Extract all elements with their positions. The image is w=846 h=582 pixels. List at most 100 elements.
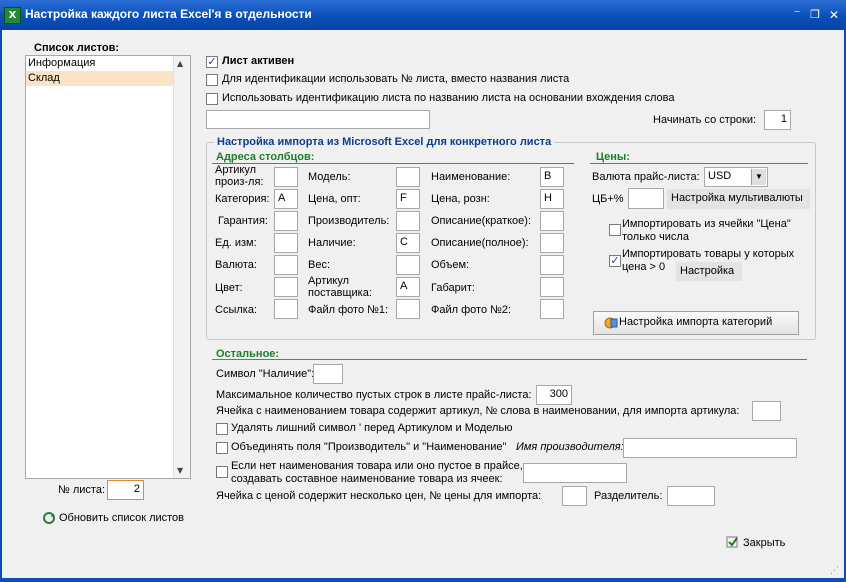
- start-row-label: Начинать со строки:: [653, 114, 757, 126]
- sheet-active-checkbox[interactable]: ✓: [206, 56, 218, 68]
- multi-price-label: Ячейка с ценой содержит несколько цен, №…: [216, 490, 542, 502]
- model-input[interactable]: [396, 167, 420, 187]
- maximize-button[interactable]: ❐: [806, 6, 824, 24]
- full-desc-input[interactable]: [540, 233, 564, 253]
- price-settings-button[interactable]: Настройка: [676, 262, 742, 281]
- dimensions-label: Габарит:: [431, 282, 475, 294]
- price-wholesale-input[interactable]: F: [396, 189, 420, 209]
- category-label: Категория:: [215, 193, 270, 205]
- availability-symbol-input[interactable]: [313, 364, 343, 384]
- window-title: Настройка каждого листа Excel'я в отдель…: [25, 7, 312, 21]
- max-empty-label: Максимальное количество пустых строк в л…: [216, 389, 532, 401]
- sheet-number-field[interactable]: 2: [107, 480, 144, 500]
- color-input[interactable]: [274, 277, 298, 297]
- merge-fields-checkbox[interactable]: [216, 442, 228, 454]
- use-word-checkbox[interactable]: [206, 93, 218, 105]
- warranty-label: Гарантия:: [218, 215, 268, 227]
- sheet-number-label: № листа:: [58, 484, 106, 496]
- article-in-name-input[interactable]: [752, 401, 781, 421]
- multicurrency-settings-button[interactable]: Настройка мультивалюты: [667, 189, 810, 209]
- prices-section-title: Цены:: [596, 151, 630, 163]
- weight-label: Вес:: [308, 259, 331, 271]
- sheet-active-label: Лист активен: [222, 55, 295, 67]
- model-label: Модель:: [308, 171, 351, 183]
- currency-select[interactable]: USD ▼: [704, 167, 768, 187]
- compose-name-checkbox[interactable]: [216, 466, 228, 478]
- warranty-input[interactable]: [274, 211, 298, 231]
- unit-label: Ед. изм:: [215, 237, 257, 249]
- start-row-input[interactable]: 1: [764, 110, 791, 130]
- columns-section-title: Адреса столбцов:: [216, 151, 315, 163]
- columns-divider: [212, 163, 574, 164]
- scroll-down-icon[interactable]: ▼: [177, 466, 183, 475]
- prices-divider: [590, 163, 808, 164]
- photo2-input[interactable]: [540, 299, 564, 319]
- price-retail-input[interactable]: H: [540, 189, 564, 209]
- separator-label: Разделитель:: [594, 490, 663, 502]
- currency-col-label: Валюта:: [215, 259, 257, 271]
- currency-col-input[interactable]: [274, 255, 298, 275]
- import-group-title: Настройка импорта из Microsoft Excel для…: [214, 136, 555, 148]
- volume-label: Объем:: [431, 259, 470, 271]
- weight-input[interactable]: [396, 255, 420, 275]
- price-wholesale-label: Цена, опт:: [308, 193, 361, 205]
- currency-label: Валюта прайс-листа:: [592, 171, 700, 183]
- use-word-label: Использовать идентификацию листа по назв…: [222, 92, 675, 104]
- availability-label: Наличие:: [308, 237, 356, 249]
- compose-name-input[interactable]: [523, 463, 627, 483]
- price-retail-label: Цена, розн:: [431, 193, 490, 205]
- unit-input[interactable]: [274, 233, 298, 253]
- category-import-button[interactable]: Настройка импорта категорий: [593, 311, 799, 335]
- resize-grip-icon[interactable]: ⋰: [830, 566, 840, 576]
- use-number-label: Для идентификации использовать № листа, …: [222, 73, 570, 85]
- close-window-button[interactable]: ✕: [825, 6, 843, 24]
- minimize-button[interactable]: ⁻: [788, 6, 806, 24]
- chevron-down-icon[interactable]: ▼: [751, 169, 766, 185]
- import-from-cell-label: Импортировать из ячейки "Цена" только чи…: [622, 218, 791, 243]
- currency-value: USD: [708, 170, 732, 182]
- import-price-gt0-checkbox[interactable]: ✓: [609, 255, 621, 267]
- manufacturer-name-input[interactable]: [623, 438, 797, 458]
- art-manufacturer-input[interactable]: [274, 167, 298, 187]
- availability-symbol-label: Символ "Наличие":: [216, 368, 315, 380]
- manufacturer-name-label: Имя производителя:: [516, 441, 624, 453]
- short-desc-input[interactable]: [540, 211, 564, 231]
- excel-app-icon: X: [4, 7, 21, 24]
- sheet-list[interactable]: Информация Склад ▲ ▼: [25, 55, 191, 479]
- supplier-article-input[interactable]: A: [396, 277, 420, 297]
- dimensions-input[interactable]: [540, 277, 564, 297]
- availability-input[interactable]: C: [396, 233, 420, 253]
- list-scrollbar[interactable]: ▲ ▼: [173, 56, 190, 478]
- link-label: Ссылка:: [215, 304, 257, 316]
- list-item[interactable]: Информация: [26, 56, 190, 71]
- photo1-label: Файл фото №1:: [308, 304, 389, 316]
- refresh-sheets-link[interactable]: Обновить список листов: [59, 512, 184, 524]
- merge-fields-label: Объединять поля "Производитель" и "Наиме…: [231, 441, 507, 453]
- category-settings-icon: [604, 316, 618, 330]
- compose-name-label: Если нет наименования товара или оно пус…: [231, 460, 523, 485]
- close-button[interactable]: Закрыть: [743, 537, 785, 549]
- refresh-icon[interactable]: [42, 511, 56, 525]
- volume-input[interactable]: [540, 255, 564, 275]
- scroll-up-icon[interactable]: ▲: [177, 59, 183, 68]
- name-input[interactable]: B: [540, 167, 564, 187]
- title-bar: X Настройка каждого листа Excel'я в отде…: [0, 0, 846, 30]
- name-label: Наименование:: [431, 171, 511, 183]
- link-input[interactable]: [274, 299, 298, 319]
- photo1-input[interactable]: [396, 299, 420, 319]
- close-icon[interactable]: [725, 535, 739, 549]
- multi-price-input[interactable]: [562, 486, 587, 506]
- manufacturer-input[interactable]: [396, 211, 420, 231]
- sheet-word-input[interactable]: [206, 110, 430, 129]
- cb-percent-label: ЦБ+%: [592, 193, 624, 205]
- cb-percent-input[interactable]: [628, 188, 664, 209]
- import-from-cell-checkbox[interactable]: [609, 224, 621, 236]
- manufacturer-label: Производитель:: [308, 215, 390, 227]
- list-item-selected[interactable]: Склад: [26, 71, 175, 86]
- remove-symbol-checkbox[interactable]: [216, 423, 228, 435]
- max-empty-input[interactable]: 300: [536, 385, 572, 405]
- use-number-checkbox[interactable]: [206, 74, 218, 86]
- category-input[interactable]: A: [274, 189, 298, 209]
- category-import-label: Настройка импорта категорий: [619, 316, 773, 328]
- separator-input[interactable]: [667, 486, 715, 506]
